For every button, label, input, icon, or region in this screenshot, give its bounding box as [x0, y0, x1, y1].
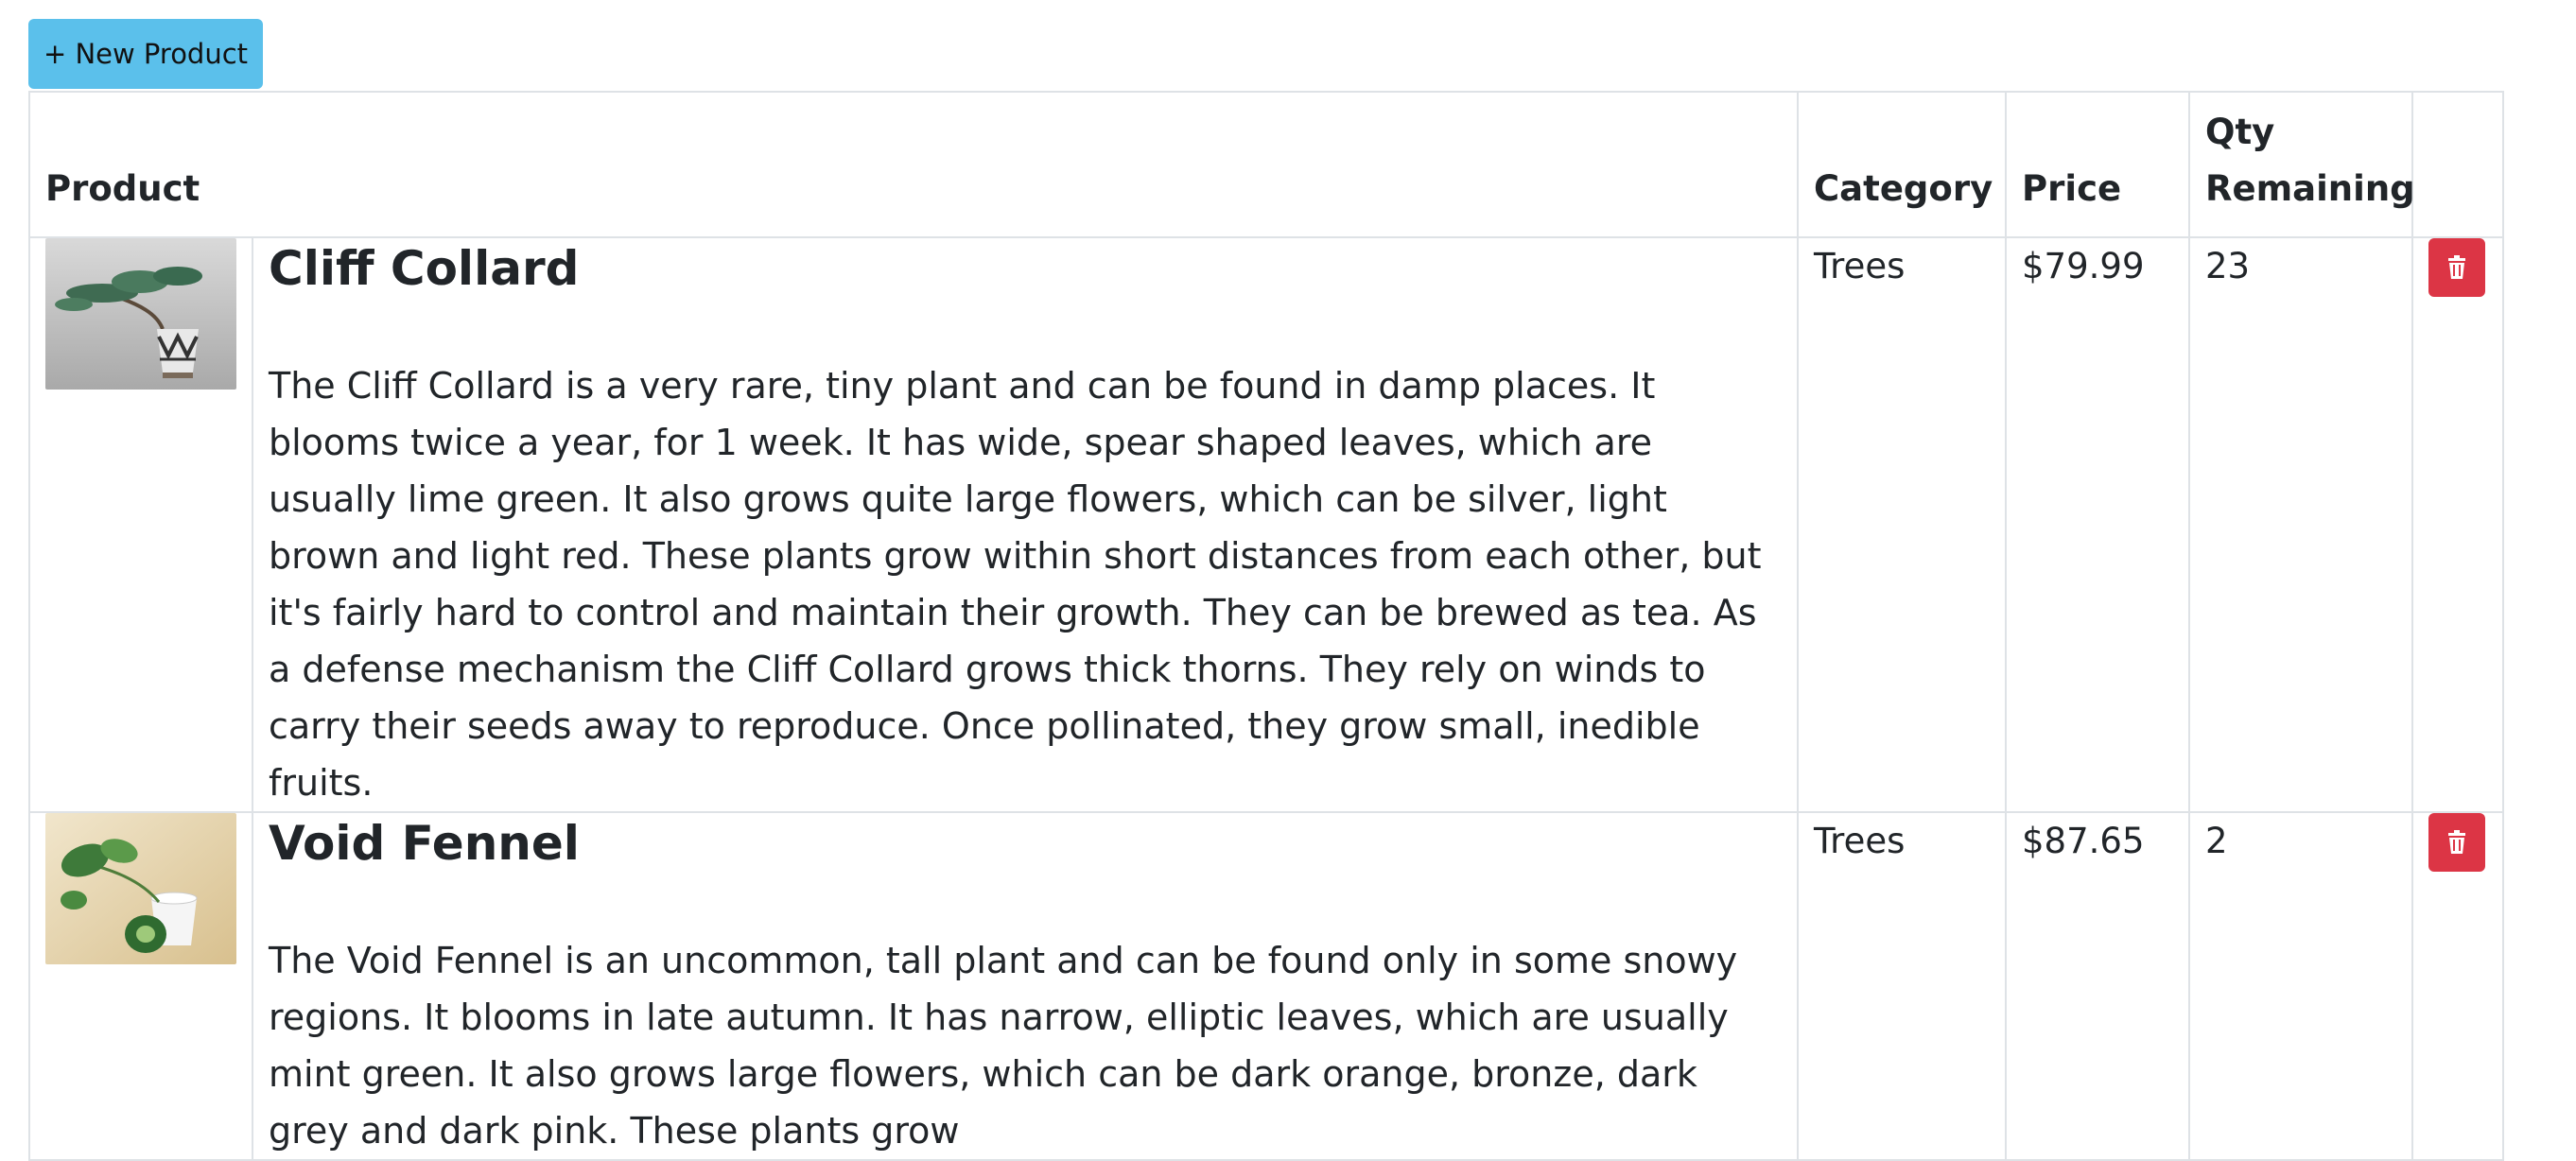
product-image-cell [28, 811, 253, 1161]
product-description: The Cliff Collard is a very rare, tiny p… [269, 365, 1762, 804]
header-qty-line2: Remaining [2205, 168, 2415, 209]
product-price: $87.65 [2005, 811, 2191, 1161]
header-qty-remaining: Qty Remaining [2188, 91, 2415, 238]
product-qty: 2 [2188, 811, 2414, 1161]
product-category: Trees [1797, 811, 2008, 1161]
product-category: Trees [1797, 236, 2008, 813]
header-price: Price [2005, 91, 2191, 238]
delete-button[interactable] [2428, 813, 2486, 872]
trash-icon [2448, 255, 2466, 279]
product-price: $79.99 [2005, 236, 2191, 813]
product-description-cell: Cliff Collard The Cliff Collard is a ver… [251, 236, 1800, 813]
header-product: Product [27, 91, 1800, 238]
new-product-button[interactable]: + New Product [28, 19, 263, 89]
product-thumbnail[interactable] [45, 238, 236, 390]
product-image-cell [28, 236, 253, 813]
product-name: Cliff Collard [269, 241, 580, 296]
product-description-cell: Void Fennel The Void Fennel is an uncomm… [251, 811, 1800, 1161]
header-qty-line1: Qty [2205, 112, 2275, 152]
header-actions [2411, 91, 2505, 238]
product-thumbnail[interactable] [45, 813, 236, 964]
table-row: Cliff Collard The Cliff Collard is a ver… [28, 236, 2505, 813]
header-category: Category [1797, 91, 2008, 238]
product-actions-cell [2411, 811, 2505, 1161]
products-table: Product Category Price Qty Remaining Cli… [27, 91, 2505, 1161]
table-row: Void Fennel The Void Fennel is an uncomm… [28, 811, 2505, 1161]
trash-icon [2448, 830, 2466, 854]
product-qty: 23 [2188, 236, 2414, 813]
product-description: The Void Fennel is an uncommon, tall pla… [269, 940, 1738, 1152]
table-header-row: Product Category Price Qty Remaining [27, 91, 2505, 238]
delete-button[interactable] [2428, 238, 2486, 297]
product-name: Void Fennel [269, 816, 580, 871]
product-actions-cell [2411, 236, 2505, 813]
